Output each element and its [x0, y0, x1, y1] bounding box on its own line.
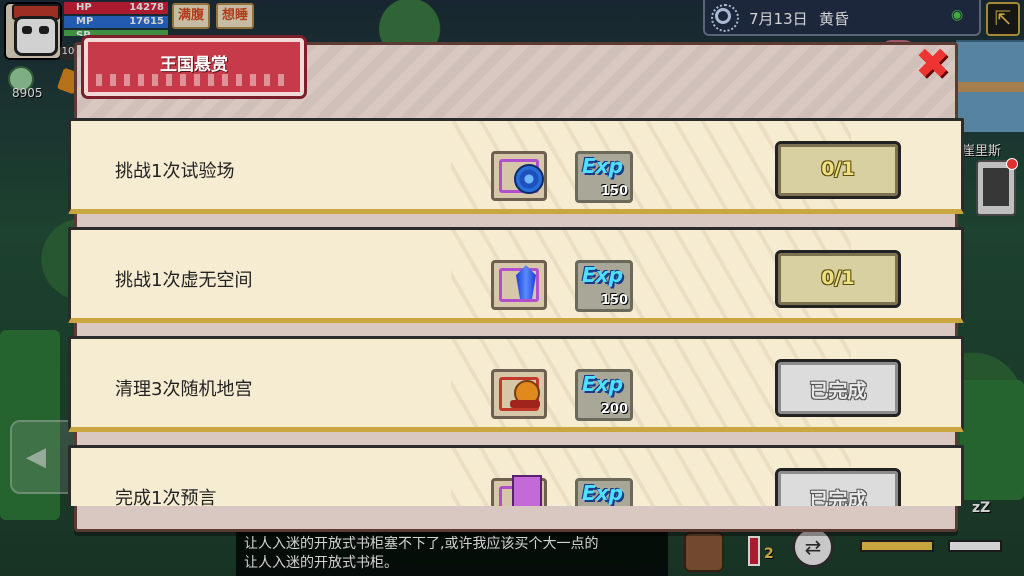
- item-frame: [499, 159, 544, 194]
- panel-title: 王国悬赏: [160, 55, 228, 75]
- monster-orb-icon: [510, 380, 540, 408]
- exp-reward-slot[interactable]: Exp 150: [575, 151, 633, 203]
- quest-name: 完成1次预言: [115, 488, 217, 506]
- blue-crystal-icon: [516, 265, 536, 299]
- exp-icon: Exp: [582, 481, 623, 505]
- quest-progress-label: 0/1: [821, 158, 855, 180]
- quest-progress-button[interactable]: 0/1: [775, 141, 901, 199]
- quest-row: 挑战1次试验场 Exp 150 0/1: [68, 118, 964, 214]
- close-icon[interactable]: ✖: [915, 43, 950, 85]
- quest-row: 完成1次预言 Exp 已完成: [68, 445, 964, 506]
- quest-name: 挑战1次虚无空间: [115, 270, 253, 291]
- exp-reward-slot[interactable]: Exp 200: [575, 369, 633, 421]
- quest-row: 挑战1次虚无空间 Exp 150 0/1: [68, 227, 964, 323]
- reward-item-slot[interactable]: [491, 475, 547, 506]
- quest-name: 清理3次随机地宫: [115, 379, 253, 400]
- exp-reward-slot[interactable]: Exp 150: [575, 260, 633, 312]
- exp-icon: Exp: [582, 154, 623, 178]
- reward-item-slot[interactable]: [491, 260, 547, 310]
- item-frame: [499, 265, 539, 302]
- item-frame: [499, 475, 542, 506]
- exp-amount: 150: [600, 293, 628, 308]
- exp-reward-slot[interactable]: Exp: [575, 478, 633, 506]
- purple-door-icon: [512, 475, 542, 506]
- reward-item-slot[interactable]: [491, 151, 547, 201]
- quest-progress-label: 0/1: [821, 267, 855, 289]
- quest-completed-button[interactable]: 已完成: [775, 359, 901, 417]
- quest-completed-label: 已完成: [809, 380, 867, 402]
- quest-row: 清理3次随机地宫 Exp 200 已完成: [68, 336, 964, 432]
- notification-dot: [1006, 158, 1018, 170]
- item-frame: [499, 377, 540, 411]
- quest-completed-label: 已完成: [809, 489, 867, 506]
- blue-orb-icon: [514, 164, 544, 194]
- quest-progress-button[interactable]: 0/1: [775, 250, 901, 308]
- exp-amount: 200: [600, 402, 628, 417]
- exp-icon: Exp: [582, 372, 623, 396]
- exp-amount: 150: [600, 184, 628, 199]
- quest-name: 挑战1次试验场: [115, 161, 235, 182]
- reward-item-slot[interactable]: [491, 369, 547, 419]
- exp-icon: Exp: [582, 263, 623, 287]
- panel-title-plate: 王国悬赏: [84, 38, 304, 96]
- quest-completed-button[interactable]: 已完成: [775, 468, 901, 506]
- quest-list[interactable]: 挑战1次试验场 Exp 150 0/1 挑战1次虚无空间 Exp 150 0/1…: [68, 118, 964, 506]
